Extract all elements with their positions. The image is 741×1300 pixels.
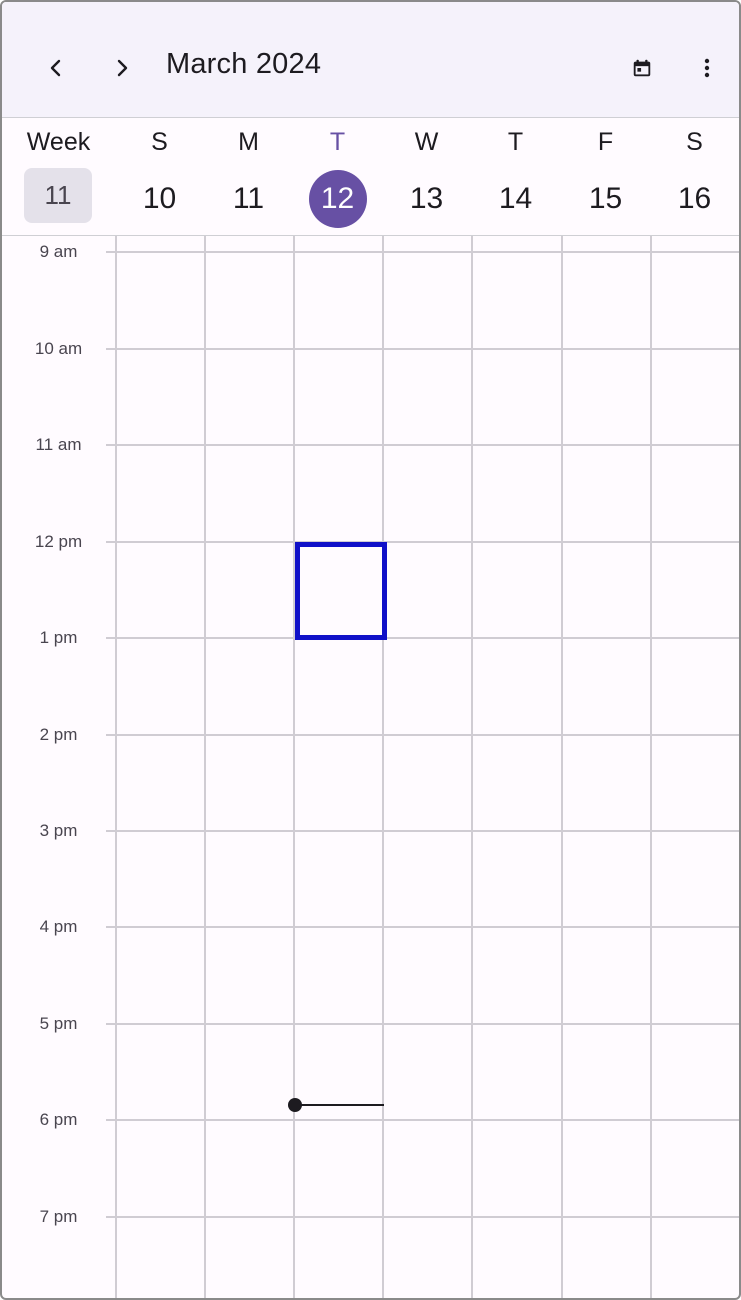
grid-column-divider bbox=[204, 236, 206, 1298]
grid-column-divider bbox=[471, 236, 473, 1298]
time-label: 6 pm bbox=[39, 1110, 78, 1129]
hour-line bbox=[106, 830, 739, 832]
day-column-thursday[interactable]: T 14 bbox=[471, 118, 560, 235]
day-name: F bbox=[597, 128, 614, 156]
time-label: 1 pm bbox=[39, 628, 78, 647]
time-label: 4 pm bbox=[39, 917, 78, 936]
day-number: 16 bbox=[677, 182, 712, 215]
day-name: M bbox=[238, 128, 259, 156]
day-number: 13 bbox=[409, 182, 444, 215]
week-number-chip[interactable]: 11 bbox=[24, 168, 92, 223]
day-name: S bbox=[151, 128, 168, 156]
time-label: 9 am bbox=[39, 242, 78, 261]
hour-line bbox=[106, 734, 739, 736]
day-name: T bbox=[329, 128, 346, 156]
today-button[interactable] bbox=[618, 44, 666, 92]
chevron-left-icon bbox=[50, 59, 61, 77]
day-column-friday[interactable]: F 15 bbox=[561, 118, 650, 235]
week-label: Week bbox=[26, 128, 91, 156]
grid-column-divider bbox=[561, 236, 563, 1298]
top-app-bar: March 2024 bbox=[2, 2, 739, 118]
hour-line bbox=[106, 1023, 739, 1025]
day-column-wednesday[interactable]: W 13 bbox=[382, 118, 471, 235]
day-column-tuesday-today[interactable]: T 12 bbox=[293, 118, 382, 235]
calendar-today-icon bbox=[633, 59, 651, 77]
grid-column-divider bbox=[115, 236, 117, 1298]
day-name: S bbox=[686, 128, 703, 156]
more-vert-icon bbox=[704, 58, 710, 78]
time-label: 2 pm bbox=[39, 725, 78, 744]
hour-line bbox=[106, 444, 739, 446]
day-number: 10 bbox=[142, 182, 177, 215]
day-name: T bbox=[507, 128, 524, 156]
hour-line bbox=[106, 251, 739, 253]
day-column-monday[interactable]: M 11 bbox=[204, 118, 293, 235]
time-grid[interactable]: 9 am 10 am 11 am 12 pm 1 pm 2 pm 3 pm 4 … bbox=[2, 236, 739, 1298]
day-number: 11 bbox=[232, 182, 265, 215]
previous-week-button[interactable] bbox=[32, 44, 80, 92]
day-column-sunday[interactable]: S 10 bbox=[115, 118, 204, 235]
chevron-right-icon bbox=[117, 59, 128, 77]
week-header: Week 11 S 10 M 11 T 12 W 13 T 14 F 15 S … bbox=[2, 118, 739, 236]
time-label: 12 pm bbox=[34, 532, 83, 551]
hour-line bbox=[106, 637, 739, 639]
hour-line bbox=[106, 1119, 739, 1121]
more-options-button[interactable] bbox=[683, 44, 731, 92]
current-time-line bbox=[294, 1104, 384, 1106]
today-indicator: 12 bbox=[308, 170, 367, 228]
page-title: March 2024 bbox=[166, 48, 322, 80]
time-label: 10 am bbox=[34, 339, 83, 358]
hour-line bbox=[106, 541, 739, 543]
day-column-saturday[interactable]: S 16 bbox=[650, 118, 739, 235]
grid-column-divider bbox=[293, 236, 295, 1298]
hour-line bbox=[106, 348, 739, 350]
app-window: March 2024 Week 11 S 10 M 11 T 12 W 13 T… bbox=[0, 0, 741, 1300]
next-week-button[interactable] bbox=[98, 44, 146, 92]
time-label: 3 pm bbox=[39, 821, 78, 840]
time-label: 5 pm bbox=[39, 1014, 78, 1033]
grid-column-divider bbox=[382, 236, 384, 1298]
grid-column-divider bbox=[650, 236, 652, 1298]
hour-line bbox=[106, 926, 739, 928]
selected-time-slot[interactable] bbox=[295, 542, 387, 640]
time-label: 11 am bbox=[35, 435, 82, 454]
day-number: 14 bbox=[498, 182, 533, 215]
current-time-dot bbox=[288, 1098, 302, 1112]
day-number: 15 bbox=[588, 182, 623, 215]
time-label: 7 pm bbox=[39, 1207, 78, 1226]
day-name: W bbox=[414, 128, 439, 156]
hour-line bbox=[106, 1216, 739, 1218]
